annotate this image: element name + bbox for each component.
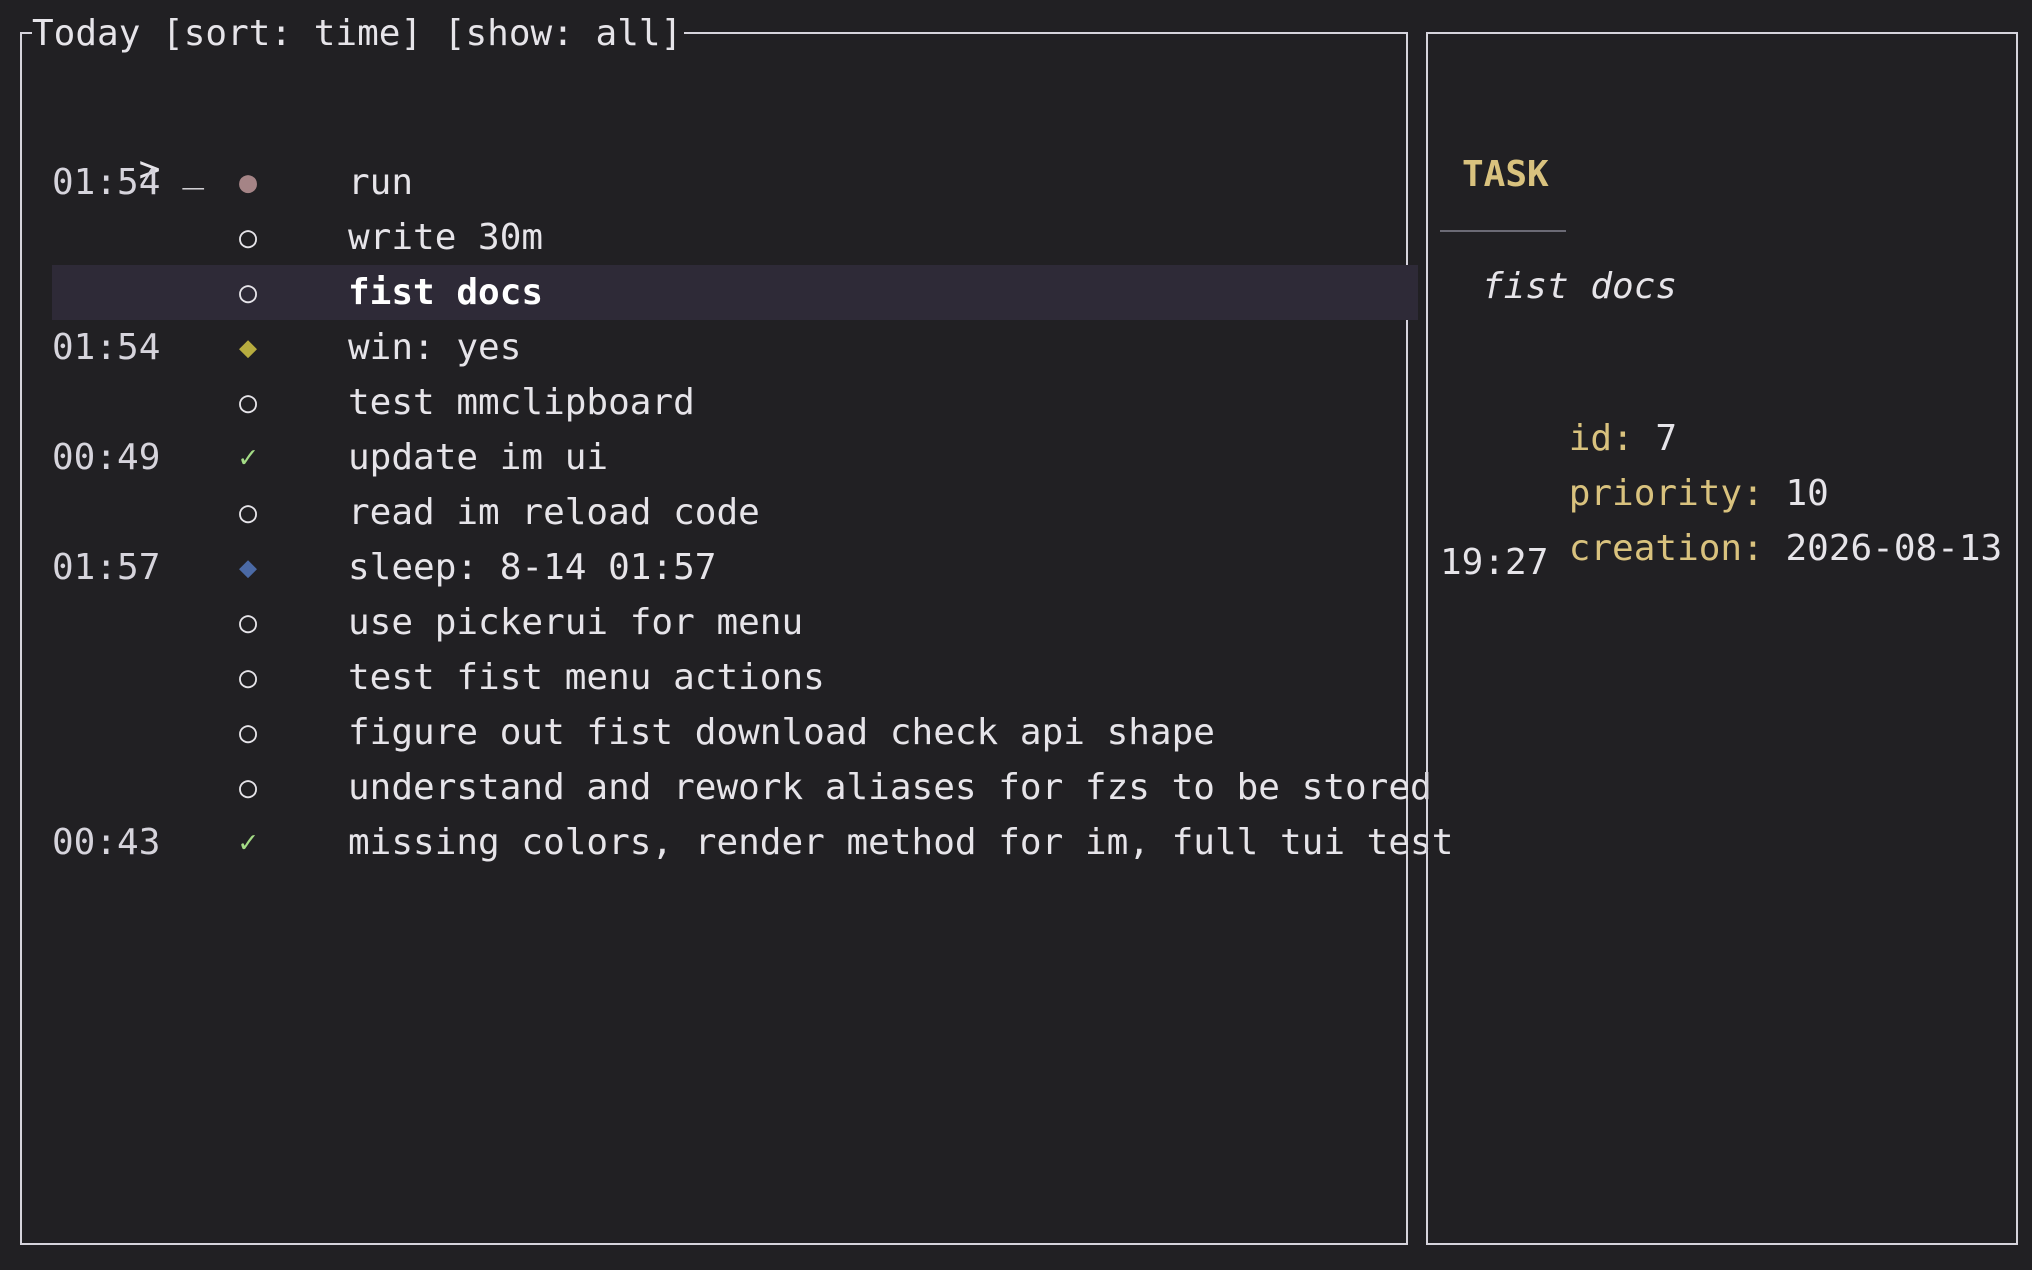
task-row[interactable]: 01:54 ● run: [52, 155, 1418, 210]
task-text: figure out fist download check api shape: [348, 712, 1215, 753]
task-time: 00:43: [52, 822, 161, 863]
diamond-icon: ◆: [238, 550, 258, 585]
task-row[interactable]: ○ test mmclipboard: [52, 375, 1418, 430]
task-text: update im ui: [348, 437, 609, 478]
open-circle-icon: ○: [238, 605, 258, 640]
task-row[interactable]: 00:49 ✓ update im ui: [52, 430, 1418, 485]
task-row[interactable]: ○ figure out fist download check api shap…: [52, 705, 1418, 760]
task-list-pane: Today [sort: time] [show: all] > _ 01:54 ●…: [20, 11, 1453, 1245]
checkmark-icon: ✓: [238, 825, 258, 860]
task-text: test fist menu actions: [348, 657, 825, 698]
filter-input[interactable]: > _: [52, 101, 204, 190]
task-row[interactable]: 01:57 ◆ sleep: 8-14 01:57: [52, 540, 1418, 595]
task-row[interactable]: ○ fist docs: [52, 265, 1418, 320]
diamond-icon: ◆: [238, 330, 258, 365]
open-circle-icon: ○: [238, 715, 258, 750]
detail-field-creation: creation: 2026-08-13: [1482, 480, 2003, 618]
detail-task-name: fist docs: [1482, 266, 1678, 307]
open-circle-icon: ○: [238, 660, 258, 695]
detail-creation-time: 19:27: [1440, 542, 1549, 583]
task-detail-pane: TASK fist docs id: 7 priority: 10 creati…: [1426, 32, 2018, 1245]
task-text: write 30m: [348, 217, 544, 258]
task-time: 01:54: [52, 327, 161, 368]
task-time: 01:54: [52, 162, 161, 203]
task-text: read im reload code: [348, 492, 760, 533]
filled-circle-icon: ●: [238, 165, 258, 200]
open-circle-icon: ○: [238, 220, 258, 255]
open-circle-icon: ○: [238, 275, 258, 310]
task-text: run: [348, 162, 414, 203]
task-time: 00:49: [52, 437, 161, 478]
task-text: missing colors, render method for im, fu…: [348, 822, 1454, 863]
task-text: test mmclipboard: [348, 382, 695, 423]
task-row[interactable]: ○ use pickerui for menu: [52, 595, 1418, 650]
task-row[interactable]: ○ understand and rework aliases for fzs t…: [52, 760, 1432, 815]
task-text: fist docs: [348, 272, 544, 313]
field-key: creation:: [1568, 528, 1764, 569]
checkmark-icon: ✓: [238, 440, 258, 475]
open-circle-icon: ○: [238, 385, 258, 420]
task-row[interactable]: 01:54 ◆ win: yes: [52, 320, 1418, 375]
task-row[interactable]: ○ read im reload code: [52, 485, 1418, 540]
task-text: use pickerui for menu: [348, 602, 804, 643]
task-text: understand and rework aliases for fzs to…: [348, 767, 1432, 808]
task-row[interactable]: 00:43 ✓ missing colors, render method for …: [52, 815, 1453, 870]
detail-heading: TASK: [1462, 154, 1549, 195]
field-value: 2026-08-13: [1785, 528, 2003, 569]
heading-underline: [1440, 230, 1566, 232]
task-list: 01:54 ● run ○ write 30m ○ fist docs 01:54 ◆ win: …: [52, 155, 1453, 870]
task-text: sleep: 8-14 01:57: [348, 547, 717, 588]
task-text: win: yes: [348, 327, 522, 368]
task-time: 01:57: [52, 547, 161, 588]
task-row[interactable]: ○ write 30m: [52, 210, 1418, 265]
open-circle-icon: ○: [238, 495, 258, 530]
open-circle-icon: ○: [238, 770, 258, 805]
pane-title: Today [sort: time] [show: all]: [32, 11, 685, 57]
task-row[interactable]: ○ test fist menu actions: [52, 650, 1418, 705]
